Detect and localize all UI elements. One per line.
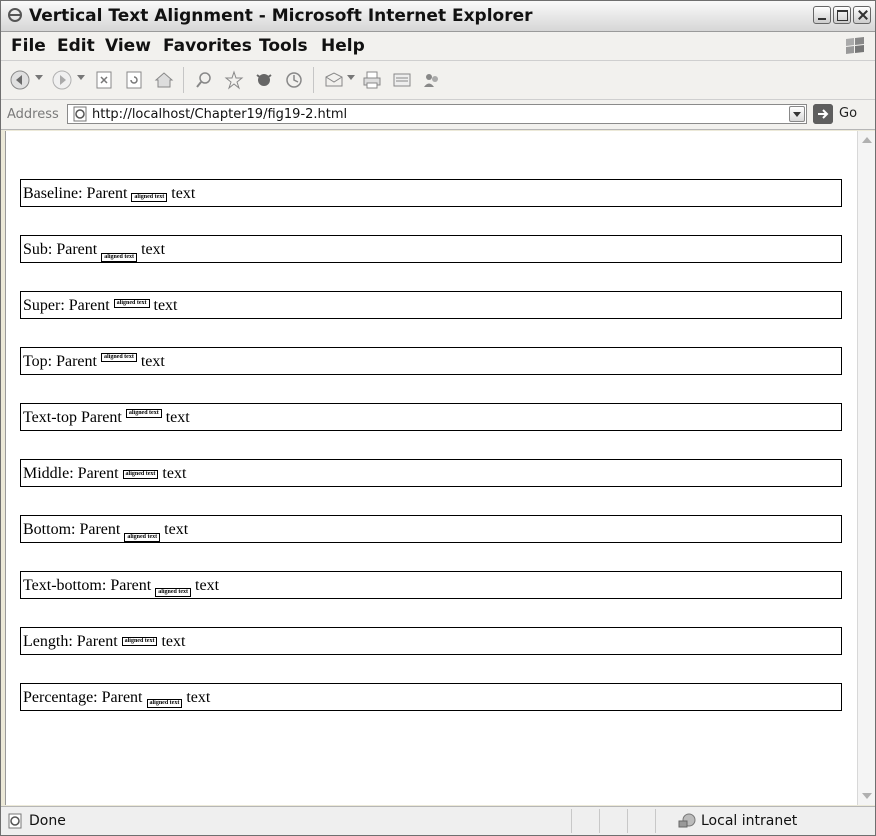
- forward-dropdown-icon[interactable]: [77, 75, 85, 80]
- demo-label: Middle: Parent: [23, 465, 119, 482]
- demo-box-sub: Sub: Parent aligned text text: [20, 235, 842, 263]
- go-arrow-icon: [813, 104, 833, 124]
- status-divider: [627, 809, 628, 833]
- local-intranet-icon: [678, 813, 696, 828]
- aligned-text-box: aligned text: [101, 253, 138, 263]
- demo-box-percentage: Percentage: Parent aligned text text: [20, 683, 842, 711]
- demo-after: text: [140, 353, 165, 370]
- browser-window: Vertical Text Alignment - Microsoft Inte…: [0, 0, 876, 836]
- demo-after: text: [195, 577, 220, 594]
- demo-after: text: [171, 185, 196, 202]
- aligned-text-box: aligned text: [124, 533, 161, 542]
- status-text: Done: [29, 813, 66, 829]
- ie-logo-icon: [8, 8, 22, 22]
- demo-after: text: [164, 521, 189, 538]
- menu-bar: File Edit View Favorites Tools Help: [1, 32, 875, 61]
- aligned-text-box: aligned text: [113, 298, 150, 308]
- title-bar: Vertical Text Alignment - Microsoft Inte…: [1, 1, 875, 32]
- status-divider: [655, 809, 656, 833]
- demo-box-baseline: Baseline: Parent aligned text text: [20, 179, 842, 207]
- maximize-button[interactable]: [833, 6, 851, 24]
- status-bar: Done Local intranet: [1, 806, 875, 835]
- demo-after: text: [161, 633, 186, 650]
- forward-icon[interactable]: [51, 69, 73, 91]
- demo-label: Baseline: Parent: [23, 185, 128, 202]
- demo-after: text: [141, 241, 166, 258]
- demo-after: text: [153, 297, 178, 314]
- media-icon[interactable]: [253, 69, 275, 91]
- vertical-scrollbar[interactable]: [857, 131, 875, 805]
- back-icon[interactable]: [9, 69, 31, 91]
- demo-label: Text-top Parent: [23, 409, 122, 426]
- history-icon[interactable]: [283, 69, 305, 91]
- demo-box-super: Super: Parent aligned text text: [20, 291, 842, 319]
- address-url[interactable]: http://localhost/Chapter19/fig19-2.html: [92, 107, 347, 122]
- minimize-button[interactable]: [813, 6, 831, 24]
- toolbar: [1, 61, 875, 100]
- demo-box-length: Length: Parent aligned text text: [20, 627, 842, 655]
- status-divider: [571, 809, 572, 833]
- window-title: Vertical Text Alignment - Microsoft Inte…: [29, 6, 533, 26]
- search-icon[interactable]: [193, 69, 215, 91]
- stop-icon[interactable]: [93, 69, 115, 91]
- demo-box-text-bottom: Text-bottom: Parent aligned text text: [20, 571, 842, 599]
- windows-flag-icon: [846, 37, 864, 54]
- scroll-down-icon[interactable]: [862, 793, 872, 799]
- page-content: Baseline: Parent aligned text text Sub: …: [5, 131, 857, 805]
- demo-box-top: Top: Parent aligned text text: [20, 347, 842, 375]
- go-button[interactable]: Go: [813, 104, 869, 124]
- favorites-icon[interactable]: [223, 69, 245, 91]
- menu-file[interactable]: File: [11, 36, 46, 56]
- aligned-text-box: aligned text: [121, 637, 158, 646]
- address-dropdown-icon[interactable]: [789, 106, 805, 122]
- demo-label: Sub: Parent: [23, 241, 98, 258]
- demo-after: text: [162, 465, 187, 482]
- mail-icon[interactable]: [323, 69, 345, 91]
- page-done-icon: [8, 813, 22, 829]
- demo-after: text: [165, 409, 190, 426]
- demo-label: Text-bottom: Parent: [23, 577, 152, 594]
- address-input[interactable]: http://localhost/Chapter19/fig19-2.html: [67, 104, 807, 124]
- demo-label: Super: Parent: [23, 297, 110, 314]
- demo-label: Bottom: Parent: [23, 521, 121, 538]
- menu-view[interactable]: View: [105, 36, 151, 56]
- window-controls: [813, 6, 871, 24]
- address-label: Address: [7, 107, 59, 122]
- demo-label: Length: Parent: [23, 633, 118, 650]
- print-icon[interactable]: [361, 69, 383, 91]
- aligned-text-box: aligned text: [125, 409, 162, 418]
- messenger-icon[interactable]: [421, 69, 443, 91]
- toolbar-separator: [313, 67, 314, 93]
- menu-help[interactable]: Help: [321, 36, 365, 56]
- aligned-text-box: aligned text: [155, 588, 192, 597]
- close-button[interactable]: [853, 6, 871, 24]
- menu-favorites[interactable]: Favorites: [163, 36, 252, 56]
- demo-box-text-top: Text-top Parent aligned text text: [20, 403, 842, 431]
- mail-dropdown-icon[interactable]: [347, 75, 355, 80]
- aligned-text-box: aligned text: [131, 193, 168, 202]
- menu-tools[interactable]: Tools: [259, 36, 308, 56]
- page-icon: [73, 106, 87, 122]
- scroll-up-icon[interactable]: [862, 137, 872, 143]
- refresh-icon[interactable]: [123, 69, 145, 91]
- aligned-text-box: aligned text: [122, 469, 159, 479]
- menu-edit[interactable]: Edit: [57, 36, 95, 56]
- go-label: Go: [839, 106, 858, 121]
- aligned-text-box: aligned text: [146, 699, 183, 709]
- address-bar: Address http://localhost/Chapter19/fig19…: [1, 100, 875, 130]
- demo-label: Top: Parent: [23, 353, 97, 370]
- demo-after: text: [186, 689, 211, 706]
- back-dropdown-icon[interactable]: [35, 75, 43, 80]
- demo-box-bottom: Bottom: Parent aligned text text: [20, 515, 842, 543]
- home-icon[interactable]: [153, 69, 175, 91]
- edit-icon[interactable]: [391, 69, 413, 91]
- aligned-text-box: aligned text: [100, 353, 137, 362]
- demo-box-middle: Middle: Parent aligned text text: [20, 459, 842, 487]
- security-zone-text: Local intranet: [701, 813, 798, 829]
- demo-label: Percentage: Parent: [23, 689, 143, 706]
- status-divider: [599, 809, 600, 833]
- toolbar-separator: [183, 67, 184, 93]
